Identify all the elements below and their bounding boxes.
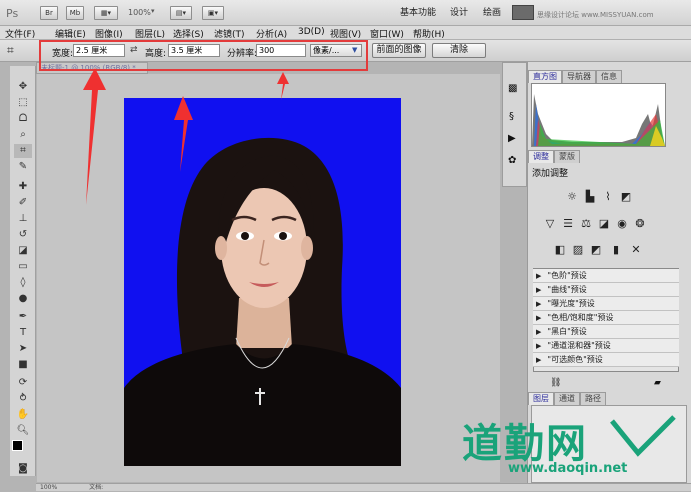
threshold-icon[interactable]: ◩	[588, 243, 604, 257]
status-zoom[interactable]: 100%	[40, 484, 57, 491]
tab-paths[interactable]: 路径	[580, 392, 606, 405]
list-item[interactable]: ▶ "可选颜色"预设	[533, 353, 679, 367]
clone-stamp-tool-icon[interactable]: ⊥	[14, 212, 32, 226]
expand-triangle-icon: ▶	[536, 328, 542, 336]
expand-triangle-icon: ▶	[536, 314, 542, 322]
type-tool-icon[interactable]: T	[14, 326, 32, 340]
blur-tool-icon[interactable]: ◊	[14, 276, 32, 290]
tab-channels[interactable]: 通道	[554, 392, 580, 405]
brush-tool-icon[interactable]: ✐	[14, 196, 32, 210]
gradient-map-icon[interactable]: ▮	[608, 243, 624, 257]
arrow-up-icon	[277, 72, 289, 100]
quick-selection-tool-icon[interactable]: ⌕	[14, 128, 32, 142]
healing-brush-tool-icon[interactable]: ✚	[14, 180, 32, 194]
curves-icon[interactable]: ⌇	[600, 190, 616, 204]
arrow-up-icon	[83, 68, 106, 205]
brushes-panel-icon[interactable]: ✿	[508, 155, 516, 166]
zoom-tool-icon[interactable]: 🔍︎	[14, 424, 32, 438]
site-watermark: 道勤网 www.daoqin.net	[458, 409, 688, 481]
actions-panel-icon[interactable]: ▶	[508, 133, 516, 144]
dodge-tool-icon[interactable]: ●	[14, 292, 32, 306]
levels-icon[interactable]: ▙	[582, 190, 598, 204]
history-brush-tool-icon[interactable]: ↺	[14, 228, 32, 242]
foreground-color-swatch[interactable]	[12, 440, 23, 451]
eraser-tool-icon[interactable]: ◪	[14, 244, 32, 258]
history-panel-icon[interactable]: §	[509, 111, 514, 122]
shape-tool-icon[interactable]: ■	[14, 358, 32, 372]
brightness-contrast-icon[interactable]: ☼	[564, 190, 580, 204]
path-selection-tool-icon[interactable]: ➤	[14, 342, 32, 356]
eyedropper-tool-icon[interactable]: ✎	[14, 160, 32, 174]
crop-tool-icon[interactable]: ⌗	[14, 144, 32, 158]
tab-adjustments[interactable]: 调整	[528, 150, 554, 163]
vibrance-icon[interactable]: ▽	[542, 217, 558, 231]
tab-navigator[interactable]: 导航器	[562, 70, 596, 83]
list-item[interactable]: ▶ "曲线"预设	[533, 283, 679, 297]
tab-layers[interactable]: 图层	[528, 392, 554, 405]
expand-triangle-icon: ▶	[536, 342, 542, 350]
expand-triangle-icon: ▶	[536, 286, 542, 294]
tools-panel: ✥ ⬚ ᗝ ⌕ ⌗ ✎ ✚ ✐ ⊥ ↺ ◪ ▭ ◊ ● ✒ T ➤ ■ ⟳ ⥁ …	[10, 66, 36, 476]
collapsed-panel-strip: ▩ § ▶ ✿	[502, 62, 527, 187]
tab-histogram[interactable]: 直方图	[528, 70, 562, 83]
mini-bridge-panel-icon[interactable]: ▩	[508, 83, 517, 94]
color-balance-icon[interactable]: ⚖	[578, 217, 594, 231]
list-item[interactable]: ▶ "色相/饱和度"预设	[533, 311, 679, 325]
tab-info[interactable]: 信息	[596, 70, 622, 83]
exposure-icon[interactable]: ◩	[618, 190, 634, 204]
watermark-check-icon	[610, 415, 676, 457]
arrow-up-icon	[174, 96, 193, 172]
expand-triangle-icon: ▶	[536, 272, 542, 280]
list-item[interactable]: ▶ "通道混和器"预设	[533, 339, 679, 353]
hand-tool-icon[interactable]: ✋	[14, 408, 32, 422]
3d-rotate-tool-icon[interactable]: ⟳	[14, 376, 32, 390]
pen-tool-icon[interactable]: ✒	[14, 310, 32, 324]
list-item[interactable]: ▶ "曝光度"预设	[533, 297, 679, 311]
camera-icon[interactable]: ▰	[654, 378, 661, 388]
move-tool-icon[interactable]: ✥	[14, 80, 32, 94]
photo-filter-icon[interactable]: ◉	[614, 217, 630, 231]
histogram-graph	[531, 83, 666, 147]
black-white-icon[interactable]: ◪	[596, 217, 612, 231]
3d-orbit-tool-icon[interactable]: ⥁	[14, 392, 32, 406]
status-bar: 100% 文档:	[36, 483, 691, 491]
quick-mask-icon[interactable]: ◙	[14, 462, 32, 476]
list-item[interactable]: ▶ "色阶"预设	[533, 269, 679, 283]
histogram-chart	[532, 94, 665, 146]
marquee-tool-icon[interactable]: ⬚	[14, 96, 32, 110]
status-doc: 文档:	[89, 484, 104, 491]
expand-triangle-icon: ▶	[536, 300, 542, 308]
expand-triangle-icon: ▶	[536, 356, 542, 364]
tab-masks[interactable]: 蒙版	[554, 150, 580, 163]
gradient-tool-icon[interactable]: ▭	[14, 260, 32, 274]
adjustments-title: 添加调整	[532, 169, 569, 179]
list-item[interactable]: ▶ "黑白"预设	[533, 325, 679, 339]
hue-saturation-icon[interactable]: ☰	[560, 217, 576, 231]
watermark-url: www.daoqin.net	[508, 461, 628, 476]
adjustments-tab-bar: 调整 蒙版	[528, 150, 580, 163]
invert-icon[interactable]: ◧	[552, 243, 568, 257]
layers-tab-bar: 图层 通道 路径	[528, 392, 606, 405]
link-icon[interactable]: ⛓	[550, 378, 561, 388]
posterize-icon[interactable]: ▨	[570, 243, 586, 257]
selective-color-icon[interactable]: ✕	[628, 243, 644, 257]
channel-mixer-icon[interactable]: ❂	[632, 217, 648, 231]
histogram-tab-bar: 直方图 导航器 信息	[528, 70, 622, 83]
lasso-tool-icon[interactable]: ᗝ	[14, 112, 32, 126]
